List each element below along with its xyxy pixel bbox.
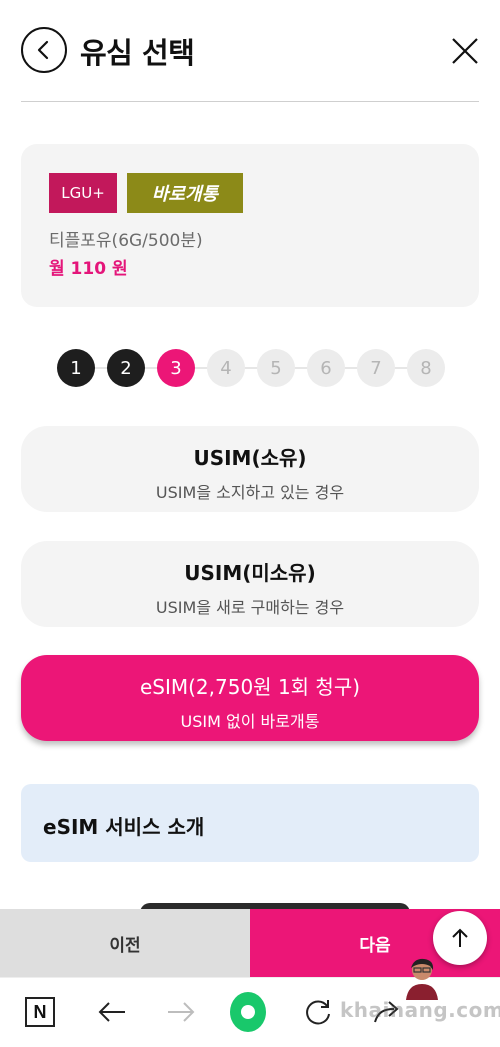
activation-badge: 바로개통 xyxy=(127,173,243,213)
watermark-text: khainang.com xyxy=(340,998,500,1022)
close-icon xyxy=(452,38,478,64)
usim-owned-option[interactable]: USIM(소유) USIM을 소지하고 있는 경우 xyxy=(21,426,479,512)
browser-forward-button[interactable] xyxy=(163,994,199,1030)
avatar-watermark-icon xyxy=(406,958,438,1000)
header-divider xyxy=(21,101,479,102)
naver-home-button[interactable]: N xyxy=(22,994,58,1030)
esim-intro-link[interactable]: eSIM 서비스 소개 xyxy=(21,784,479,862)
step-3: 3 xyxy=(157,349,195,387)
page-header: 유심 선택 xyxy=(0,0,500,102)
carrier-badge: LGU+ xyxy=(49,173,117,213)
plan-price: 월 110 원 xyxy=(49,259,128,279)
esim-option[interactable]: eSIM(2,750원 1회 청구) USIM 없이 바로개통 xyxy=(21,655,479,741)
naver-n-icon: N xyxy=(25,997,55,1027)
option-title: eSIM(2,750원 1회 청구) xyxy=(139,675,361,699)
refresh-icon xyxy=(306,1000,330,1025)
step-6: 6 xyxy=(307,349,345,387)
step-2: 2 xyxy=(107,349,145,387)
option-title: USIM(미소유) xyxy=(184,561,316,585)
step-1: 1 xyxy=(57,349,95,387)
arrow-left-icon xyxy=(98,1002,125,1022)
refresh-button[interactable] xyxy=(300,994,336,1030)
esim-intro-label: eSIM 서비스 소개 xyxy=(43,815,205,839)
chevron-left-icon xyxy=(37,40,49,60)
step-5: 5 xyxy=(257,349,295,387)
arrow-up-icon xyxy=(452,928,468,947)
option-subtitle: USIM을 새로 구매하는 경우 xyxy=(155,598,345,617)
plan-summary-card: LGU+ 바로개통 티플포유(6G/500분) 월 110 원 xyxy=(21,144,479,307)
close-button[interactable] xyxy=(450,36,480,66)
step-indicator: 1 2 3 4 5 6 7 8 xyxy=(57,349,445,387)
page-title: 유심 선택 xyxy=(80,36,195,70)
option-subtitle: USIM 없이 바로개통 xyxy=(180,712,320,731)
step-8: 8 xyxy=(407,349,445,387)
prev-button[interactable]: 이전 xyxy=(0,909,250,977)
home-dot-icon xyxy=(230,992,266,1032)
arrow-right-icon xyxy=(168,1002,195,1022)
back-button[interactable] xyxy=(21,27,67,73)
option-title: USIM(소유) xyxy=(193,446,307,470)
usim-not-owned-option[interactable]: USIM(미소유) USIM을 새로 구매하는 경우 xyxy=(21,541,479,627)
step-7: 7 xyxy=(357,349,395,387)
step-4: 4 xyxy=(207,349,245,387)
browser-home-button[interactable] xyxy=(230,992,266,1032)
plan-name: 티플포유(6G/500분) xyxy=(49,231,203,251)
option-subtitle: USIM을 소지하고 있는 경우 xyxy=(155,483,345,502)
browser-back-button[interactable] xyxy=(94,994,130,1030)
